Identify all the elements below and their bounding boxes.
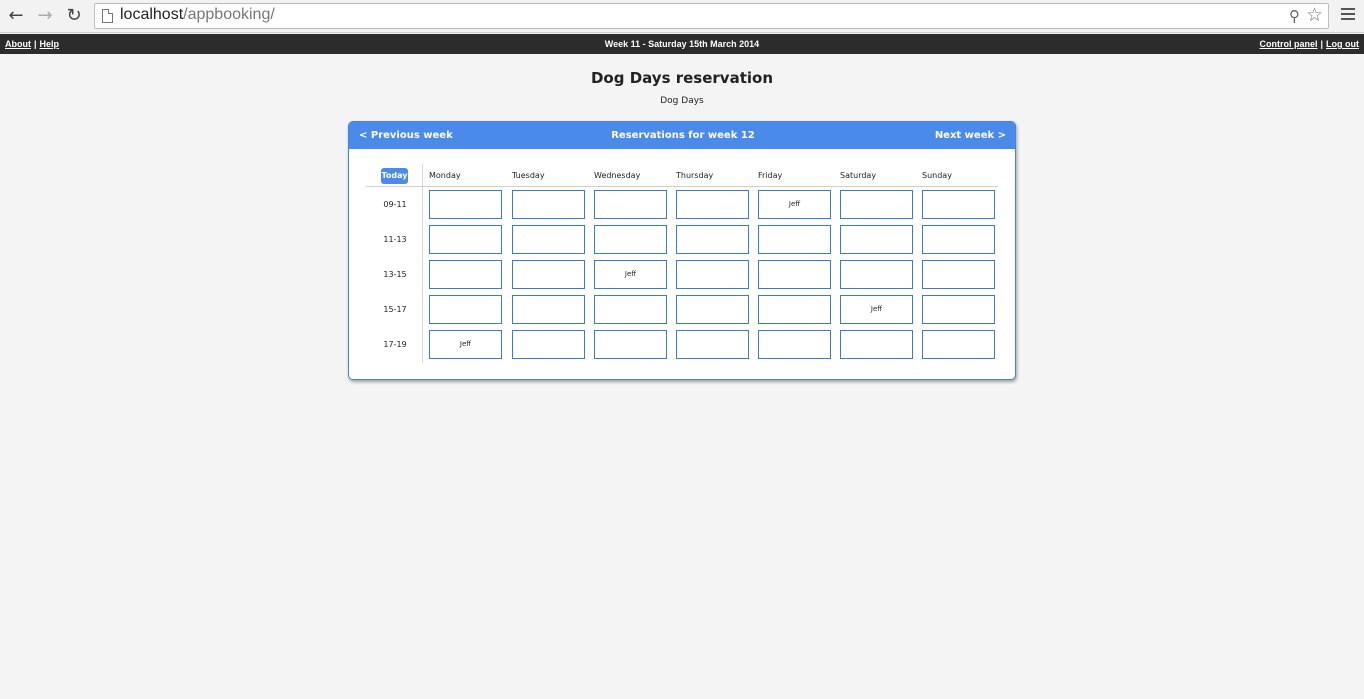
reservation-slot[interactable]: Jeff bbox=[429, 330, 502, 359]
reservation-slot[interactable] bbox=[758, 295, 831, 324]
day-header-sunday: Sunday bbox=[922, 171, 952, 180]
url-path: /appbooking/ bbox=[183, 6, 275, 23]
reservation-slot[interactable] bbox=[840, 190, 913, 219]
reservation-slot[interactable] bbox=[922, 295, 995, 324]
reservation-slot[interactable] bbox=[922, 260, 995, 289]
zoom-icon[interactable]: ⚲ bbox=[1289, 7, 1300, 25]
back-icon[interactable]: ← bbox=[5, 5, 27, 27]
time-label: 13-15 bbox=[383, 270, 407, 279]
reservation-slot[interactable] bbox=[922, 225, 995, 254]
url-text: localhost/appbooking/ bbox=[120, 6, 275, 24]
reservation-slot[interactable] bbox=[676, 260, 749, 289]
reservation-slot[interactable] bbox=[594, 190, 667, 219]
browser-menu-icon[interactable] bbox=[1341, 8, 1355, 23]
app-topbar: About | Help Week 11 - Saturday 15th March… bbox=[0, 34, 1364, 54]
time-label: 17-19 bbox=[383, 340, 407, 349]
reservation-slot[interactable]: Jeff bbox=[594, 260, 667, 289]
day-header-tuesday: Tuesday bbox=[512, 171, 545, 180]
reservation-slot[interactable] bbox=[676, 330, 749, 359]
logout-link[interactable]: Log out bbox=[1326, 39, 1359, 49]
page-subtitle: Dog Days bbox=[660, 96, 704, 106]
grid-divider-vertical bbox=[422, 164, 423, 363]
reservation-slot[interactable] bbox=[840, 225, 913, 254]
control-panel-link[interactable]: Control panel bbox=[1259, 39, 1317, 49]
time-label: 11-13 bbox=[383, 235, 407, 244]
reservation-slot[interactable] bbox=[758, 260, 831, 289]
reservation-slot[interactable] bbox=[429, 225, 502, 254]
reservation-slot[interactable] bbox=[594, 330, 667, 359]
day-header-monday: Monday bbox=[429, 171, 461, 180]
reservation-slot[interactable] bbox=[676, 295, 749, 324]
next-week-link[interactable]: Next week > bbox=[935, 130, 1006, 141]
current-date: Week 11 - Saturday 15th March 2014 bbox=[604, 39, 760, 49]
reservation-slot[interactable] bbox=[676, 190, 749, 219]
reservation-slot[interactable] bbox=[512, 225, 585, 254]
today-button[interactable]: Today bbox=[381, 168, 408, 184]
day-header-wednesday: Wednesday bbox=[594, 171, 641, 180]
reservation-slot[interactable] bbox=[512, 260, 585, 289]
reservation-slot[interactable] bbox=[758, 330, 831, 359]
url-host: localhost bbox=[120, 6, 184, 23]
reservation-slot[interactable] bbox=[429, 295, 502, 324]
panel-heading: Reservations for week 12 bbox=[611, 130, 755, 141]
grid-divider-horizontal bbox=[366, 186, 998, 187]
panel-header: < Previous week Reservations for week 12… bbox=[349, 122, 1015, 149]
reservation-slot[interactable] bbox=[676, 225, 749, 254]
reservation-slot[interactable] bbox=[840, 330, 913, 359]
reservation-slot[interactable] bbox=[840, 260, 913, 289]
time-label: 15-17 bbox=[383, 305, 407, 314]
reservation-slot[interactable] bbox=[758, 225, 831, 254]
forward-icon[interactable]: → bbox=[34, 5, 56, 27]
reservation-slot[interactable]: Jeff bbox=[758, 190, 831, 219]
page-title: Dog Days reservation bbox=[590, 69, 774, 87]
page-icon bbox=[102, 9, 113, 23]
browser-toolbar: ← → ↻ localhost/appbooking/ ⚲ ☆ bbox=[0, 0, 1364, 33]
reservation-slot[interactable] bbox=[512, 295, 585, 324]
reservation-slot[interactable] bbox=[429, 190, 502, 219]
address-bar[interactable]: localhost/appbooking/ ⚲ ☆ bbox=[94, 3, 1329, 29]
reservation-slot[interactable] bbox=[922, 190, 995, 219]
reservation-slot[interactable]: Jeff bbox=[840, 295, 913, 324]
bookmark-star-icon[interactable]: ☆ bbox=[1306, 4, 1323, 26]
reservation-slot[interactable] bbox=[512, 330, 585, 359]
time-label: 09-11 bbox=[383, 200, 407, 209]
reservation-slot[interactable] bbox=[512, 190, 585, 219]
reservation-panel: < Previous week Reservations for week 12… bbox=[348, 121, 1016, 380]
reload-icon[interactable]: ↻ bbox=[63, 5, 85, 27]
day-header-saturday: Saturday bbox=[840, 171, 877, 180]
day-header-thursday: Thursday bbox=[676, 171, 714, 180]
reservation-slot[interactable] bbox=[429, 260, 502, 289]
reservation-slot[interactable] bbox=[922, 330, 995, 359]
reservation-slot[interactable] bbox=[594, 295, 667, 324]
reservation-slot[interactable] bbox=[594, 225, 667, 254]
day-header-friday: Friday bbox=[758, 171, 783, 180]
